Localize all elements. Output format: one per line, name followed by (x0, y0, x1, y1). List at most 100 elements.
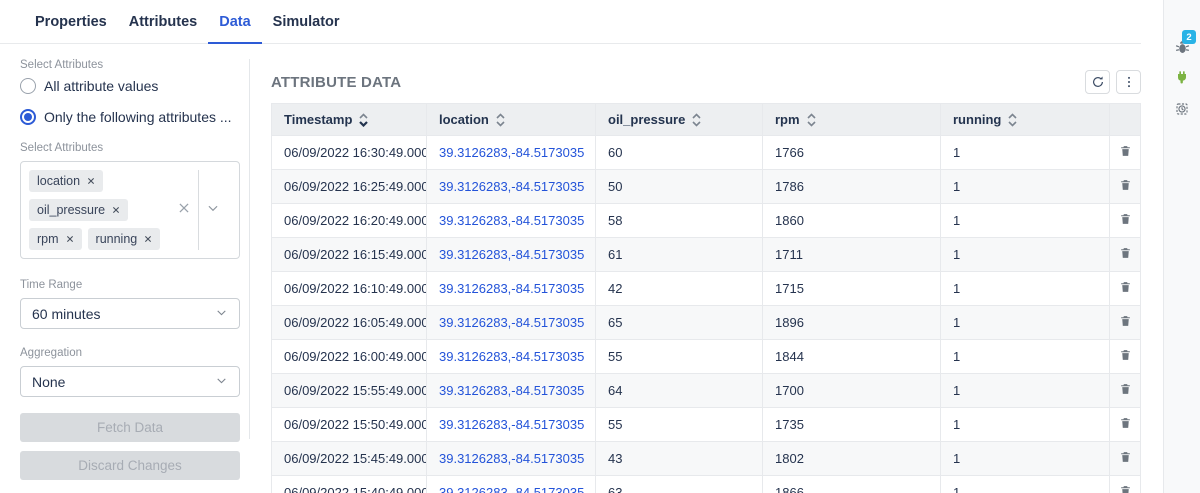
radio-icon[interactable] (20, 78, 36, 94)
sort-icon[interactable] (496, 112, 505, 127)
radio-all-attribute-values[interactable]: All attribute values (20, 78, 240, 94)
attribute-data-panel: ATTRIBUTE DATA Timestamp location oil_pr… (271, 44, 1141, 493)
location-link[interactable]: 39.3126283,-84.5173035 (439, 383, 584, 398)
timestamp-cell: 06/09/2022 16:10:49.000 (271, 271, 427, 306)
fetch-data-button[interactable]: Fetch Data (20, 413, 240, 442)
running-cell: 1 (940, 271, 1110, 306)
aggregation-select[interactable]: None (20, 366, 240, 397)
oil-pressure-cell: 60 (595, 135, 763, 170)
column-header-running[interactable]: running (940, 103, 1110, 136)
location-cell: 39.3126283,-84.5173035 (426, 203, 596, 238)
location-cell: 39.3126283,-84.5173035 (426, 237, 596, 272)
timestamp-cell: 06/09/2022 15:40:49.000 (271, 475, 427, 493)
timestamp-cell: 06/09/2022 16:00:49.000 (271, 339, 427, 374)
plug-icon[interactable] (1173, 69, 1191, 87)
location-link[interactable]: 39.3126283,-84.5173035 (439, 417, 584, 432)
discard-changes-button[interactable]: Discard Changes (20, 451, 240, 480)
attribute-chip-running[interactable]: running (87, 228, 161, 250)
delete-row-icon[interactable] (1119, 384, 1132, 399)
oil-pressure-cell: 58 (595, 203, 763, 238)
table-row: 06/09/2022 16:10:49.000 39.3126283,-84.51… (271, 271, 1141, 306)
location-link[interactable]: 39.3126283,-84.5173035 (439, 213, 584, 228)
column-label: Timestamp (284, 112, 353, 127)
sort-icon[interactable] (692, 112, 701, 127)
table-options-button[interactable] (1116, 70, 1141, 94)
bug-icon[interactable]: 2 (1173, 30, 1196, 56)
time-range-value: 60 minutes (32, 305, 101, 322)
tab-attributes[interactable]: Attributes (118, 0, 208, 43)
chip-remove-icon[interactable] (66, 232, 74, 246)
attribute-chip-oil-pressure[interactable]: oil_pressure (29, 199, 129, 221)
radio-selected-icon[interactable] (20, 109, 36, 125)
table-row: 06/09/2022 16:20:49.000 39.3126283,-84.51… (271, 203, 1141, 238)
radio-only-label: Only the following attributes ... (44, 109, 232, 125)
rpm-cell: 1735 (762, 407, 941, 442)
table-header-row: Timestamp location oil_pressure rpm running (271, 103, 1141, 136)
oil-pressure-cell: 43 (595, 441, 763, 476)
location-cell: 39.3126283,-84.5173035 (426, 475, 596, 493)
tab-data[interactable]: Data (208, 0, 263, 44)
sort-icon[interactable] (806, 112, 816, 127)
sort-icon[interactable] (1008, 112, 1017, 127)
running-cell: 1 (940, 203, 1110, 238)
delete-row-icon[interactable] (1119, 180, 1132, 195)
timestamp-cell: 06/09/2022 15:45:49.000 (271, 441, 427, 476)
oil-pressure-cell: 63 (595, 475, 763, 493)
location-cell: 39.3126283,-84.5173035 (426, 305, 596, 340)
chip-clock-icon[interactable] (1173, 100, 1191, 118)
chip-remove-icon[interactable] (112, 203, 120, 217)
location-link[interactable]: 39.3126283,-84.5173035 (439, 485, 584, 493)
delete-row-icon[interactable] (1119, 316, 1132, 331)
chip-remove-icon[interactable] (144, 232, 152, 246)
tab-bar: Properties Attributes Data Simulator (0, 0, 1141, 44)
chevron-down-icon[interactable] (206, 201, 220, 220)
delete-row-icon[interactable] (1119, 214, 1132, 229)
table-row: 06/09/2022 15:55:49.000 39.3126283,-84.51… (271, 373, 1141, 408)
radio-only-following-attributes[interactable]: Only the following attributes ... (20, 109, 240, 125)
column-header-timestamp[interactable]: Timestamp (271, 103, 427, 136)
tab-simulator[interactable]: Simulator (262, 0, 351, 43)
column-header-oil-pressure[interactable]: oil_pressure (595, 103, 763, 136)
time-range-label: Time Range (20, 279, 83, 291)
attributes-multiselect[interactable]: location oil_pressurerpm running (20, 161, 240, 259)
timestamp-cell: 06/09/2022 16:20:49.000 (271, 203, 427, 238)
rpm-cell: 1700 (762, 373, 941, 408)
timestamp-cell: 06/09/2022 15:50:49.000 (271, 407, 427, 442)
actions-cell (1109, 237, 1141, 272)
time-range-select[interactable]: 60 minutes (20, 298, 240, 329)
location-link[interactable]: 39.3126283,-84.5173035 (439, 179, 584, 194)
delete-row-icon[interactable] (1119, 350, 1132, 365)
device-data-page: Properties Attributes Data Simulator Select… (0, 0, 1200, 493)
delete-row-icon[interactable] (1119, 418, 1132, 433)
column-header-rpm[interactable]: rpm (762, 103, 941, 136)
sort-icon[interactable] (359, 112, 369, 127)
attribute-filter-sidebar: Select Attributes All attribute values O… (20, 44, 240, 480)
location-link[interactable]: 39.3126283,-84.5173035 (439, 451, 584, 466)
refresh-icon (1092, 76, 1103, 87)
table-row: 06/09/2022 16:15:49.000 39.3126283,-84.51… (271, 237, 1141, 272)
running-cell: 1 (940, 407, 1110, 442)
rpm-cell: 1766 (762, 135, 941, 170)
chip-remove-icon[interactable] (87, 174, 95, 188)
tab-properties[interactable]: Properties (24, 0, 118, 43)
delete-row-icon[interactable] (1119, 486, 1132, 493)
location-link[interactable]: 39.3126283,-84.5173035 (439, 281, 584, 296)
actions-cell (1109, 373, 1141, 408)
location-link[interactable]: 39.3126283,-84.5173035 (439, 349, 584, 364)
table-row: 06/09/2022 15:45:49.000 39.3126283,-84.51… (271, 441, 1141, 476)
right-toolbar: 2 (1163, 0, 1200, 493)
location-link[interactable]: 39.3126283,-84.5173035 (439, 145, 584, 160)
location-link[interactable]: 39.3126283,-84.5173035 (439, 247, 584, 262)
column-header-location[interactable]: location (426, 103, 596, 136)
attribute-chip-location[interactable]: location (29, 170, 104, 192)
refresh-button[interactable] (1085, 70, 1110, 94)
delete-row-icon[interactable] (1119, 146, 1132, 161)
delete-row-icon[interactable] (1119, 248, 1132, 263)
clear-all-icon[interactable] (177, 201, 191, 220)
delete-row-icon[interactable] (1119, 452, 1132, 467)
location-cell: 39.3126283,-84.5173035 (426, 271, 596, 306)
oil-pressure-cell: 55 (595, 339, 763, 374)
delete-row-icon[interactable] (1119, 282, 1132, 297)
attribute-chip-rpm[interactable]: rpm (29, 228, 82, 250)
location-link[interactable]: 39.3126283,-84.5173035 (439, 315, 584, 330)
